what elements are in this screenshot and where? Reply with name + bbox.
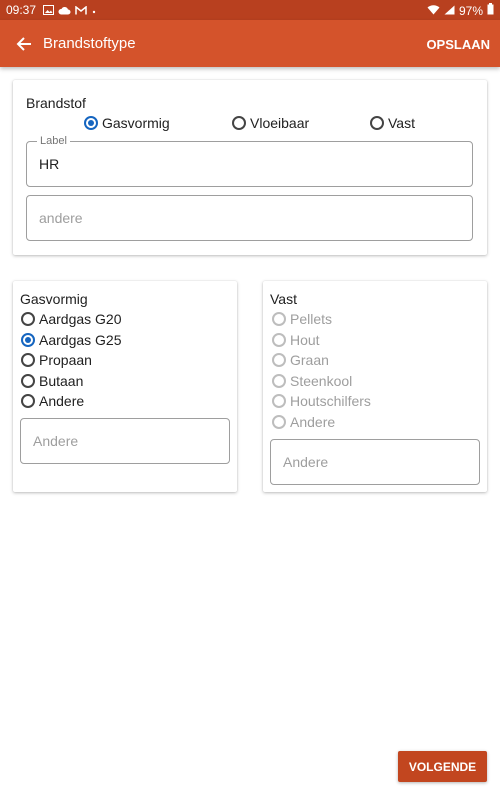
radio-label: Andere (290, 414, 336, 430)
radio-hout: Hout (272, 332, 320, 348)
label-input[interactable] (39, 142, 460, 186)
radio-butaan[interactable]: Butaan (21, 373, 83, 389)
radio-unchecked-icon (21, 394, 35, 408)
radio-gasvormig[interactable]: Gasvormig (84, 115, 170, 131)
radio-label: Vloeibaar (250, 115, 310, 131)
radio-aardgas-g20[interactable]: Aardgas G20 (21, 311, 122, 327)
radio-label: Vast (388, 115, 415, 131)
brandstof-card: Brandstof Gasvormig Vloeibaar Vast Label (13, 80, 487, 255)
cloud-icon (58, 4, 71, 18)
vast-other-input[interactable] (283, 440, 467, 484)
page-title: Brandstoftype (43, 35, 136, 52)
radio-houtschilfers: Houtschilfers (272, 393, 371, 409)
radio-vloeibaar[interactable]: Vloeibaar (232, 115, 309, 131)
next-button[interactable]: VOLGENDE (398, 751, 487, 782)
radio-unchecked-icon (272, 394, 286, 408)
radio-vast[interactable]: Vast (370, 115, 415, 131)
status-time: 09:37 (6, 3, 37, 17)
radio-label: Butaan (39, 373, 84, 389)
radio-vast-andere: Andere (272, 414, 335, 430)
radio-unchecked-icon (370, 116, 384, 130)
radio-label: Steenkool (290, 373, 353, 389)
radio-label: Andere (39, 393, 85, 409)
radio-unchecked-icon (272, 415, 286, 429)
vast-card: Vast Pellets Hout Graan Steenkool Houtsc… (263, 281, 487, 492)
radio-unchecked-icon (272, 353, 286, 367)
radio-label: Graan (290, 352, 329, 368)
radio-andere[interactable]: Andere (21, 393, 84, 409)
radio-unchecked-icon (272, 374, 286, 388)
radio-aardgas-g25[interactable]: Aardgas G25 (21, 332, 122, 348)
radio-label: Gasvormig (102, 115, 170, 131)
vast-heading: Vast (270, 291, 297, 307)
radio-label: Propaan (39, 352, 92, 368)
back-arrow-icon[interactable] (12, 32, 36, 56)
radio-graan: Graan (272, 352, 329, 368)
app-bar: Brandstoftype OPSLAAN (0, 20, 500, 67)
radio-label: Pellets (290, 311, 333, 327)
brandstof-heading: Brandstof (26, 95, 86, 111)
image-icon (43, 4, 54, 18)
signal-icon (444, 4, 455, 18)
gasvormig-other-field (20, 418, 230, 464)
vast-other-field (270, 439, 480, 485)
radio-checked-icon (84, 116, 98, 130)
gmail-icon (75, 4, 87, 18)
status-bar: 09:37 97% (0, 0, 500, 20)
radio-propaan[interactable]: Propaan (21, 352, 92, 368)
gasvormig-card: Gasvormig Aardgas G20 Aardgas G25 Propaa… (13, 281, 237, 492)
radio-unchecked-icon (272, 333, 286, 347)
gasvormig-other-input[interactable] (33, 419, 217, 463)
radio-steenkool: Steenkool (272, 373, 352, 389)
radio-unchecked-icon (232, 116, 246, 130)
radio-label: Aardgas G25 (39, 332, 122, 348)
radio-unchecked-icon (21, 353, 35, 367)
label-field: Label (26, 135, 473, 187)
save-button[interactable]: OPSLAAN (426, 37, 490, 52)
radio-unchecked-icon (21, 374, 35, 388)
radio-unchecked-icon (272, 312, 286, 326)
radio-label: Aardgas G20 (39, 311, 122, 327)
gasvormig-heading: Gasvormig (20, 291, 88, 307)
radio-label: Hout (290, 332, 320, 348)
dot-icon (91, 4, 97, 18)
radio-checked-icon (21, 333, 35, 347)
radio-unchecked-icon (21, 312, 35, 326)
radio-label: Houtschilfers (290, 393, 371, 409)
battery-icon (487, 3, 494, 18)
andere-input[interactable] (39, 196, 460, 240)
battery-label: 97% (458, 3, 483, 18)
wifi-icon (427, 4, 440, 18)
radio-pellets: Pellets (272, 311, 332, 327)
andere-field (26, 195, 473, 241)
